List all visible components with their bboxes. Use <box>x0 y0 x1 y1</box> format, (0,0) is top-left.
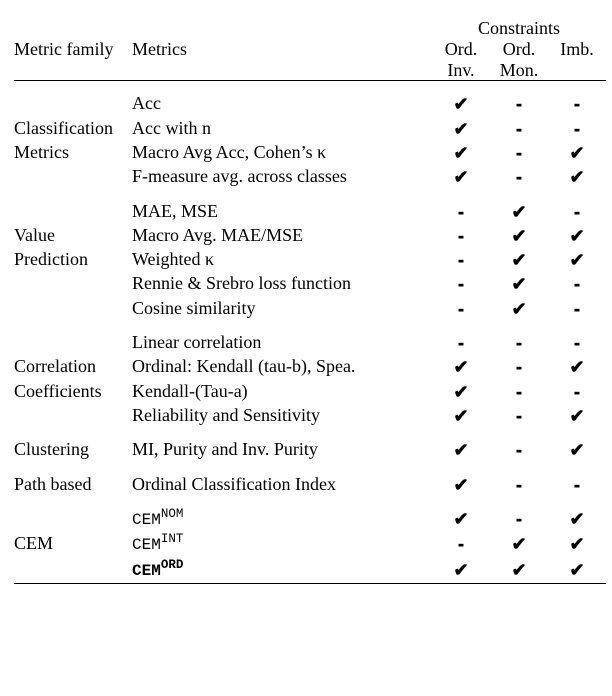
metric-cell: Ordinal: Kendall (tau-b), Spea. <box>132 354 432 378</box>
metric-cell: Rennie & Srebro loss function <box>132 271 432 295</box>
table-row: CEMORD✔✔✔ <box>14 557 606 583</box>
metric-cell: Kendall-(Tau-a) <box>132 379 432 403</box>
constraint-cell: - <box>548 296 606 320</box>
metric-cell: F-measure avg. across classes <box>132 164 432 188</box>
header-ord-mon: Ord.Mon. <box>490 39 548 81</box>
constraint-cell: ✔ <box>548 403 606 427</box>
header-ord-inv: Ord.Inv. <box>432 39 490 81</box>
table-row: Path basedOrdinal Classification Index✔-… <box>14 472 606 496</box>
table-header: Metric family Metrics Constraints Ord.In… <box>14 18 606 81</box>
family-cell: Classification <box>14 116 132 140</box>
header-constraints: Constraints <box>432 18 606 39</box>
metric-cell: CEMORD <box>132 557 432 583</box>
family-cell: CEM <box>14 531 132 557</box>
family-cell: Clustering <box>14 437 132 461</box>
family-cell <box>14 330 132 354</box>
table-row: F-measure avg. across classes✔-✔ <box>14 164 606 188</box>
constraint-cell: ✔ <box>490 557 548 583</box>
family-cell: Path based <box>14 472 132 496</box>
constraint-cell: - <box>490 472 548 496</box>
metric-cell: Ordinal Classification Index <box>132 472 432 496</box>
header-family: Metric family <box>14 18 132 81</box>
constraint-cell: ✔ <box>432 164 490 188</box>
table-row: Cosine similarity-✔- <box>14 296 606 320</box>
metric-cell: CEMNOM <box>132 506 432 532</box>
constraint-cell: ✔ <box>432 557 490 583</box>
metric-cell: CEMINT <box>132 531 432 557</box>
metric-cell: Reliability and Sensitivity <box>132 403 432 427</box>
family-cell: Prediction <box>14 247 132 271</box>
family-cell: Coefficients <box>14 379 132 403</box>
family-cell <box>14 557 132 583</box>
constraint-cell: ✔ <box>432 472 490 496</box>
family-cell: Value <box>14 223 132 247</box>
metric-cell: Linear correlation <box>132 330 432 354</box>
metric-cell: Acc with n <box>132 116 432 140</box>
constraint-cell: - <box>490 164 548 188</box>
constraint-cell: ✔ <box>432 437 490 461</box>
metric-cell: Cosine similarity <box>132 296 432 320</box>
constraint-cell: - <box>490 403 548 427</box>
family-cell <box>14 164 132 188</box>
family-cell <box>14 91 132 115</box>
family-cell <box>14 403 132 427</box>
metric-cell: Macro Avg. MAE/MSE <box>132 223 432 247</box>
metric-cell: MAE, MSE <box>132 199 432 223</box>
metrics-constraints-table: Metric family Metrics Constraints Ord.In… <box>0 0 612 594</box>
family-cell: Correlation <box>14 354 132 378</box>
family-cell <box>14 199 132 223</box>
constraint-cell: ✔ <box>548 557 606 583</box>
constraint-cell: ✔ <box>490 296 548 320</box>
family-cell <box>14 271 132 295</box>
metric-cell: Macro Avg Acc, Cohen’s κ <box>132 140 432 164</box>
constraint-cell: - <box>548 472 606 496</box>
family-cell: Metrics <box>14 140 132 164</box>
family-cell <box>14 506 132 532</box>
table-row: Reliability and Sensitivity✔-✔ <box>14 403 606 427</box>
header-metrics: Metrics <box>132 18 432 81</box>
family-cell <box>14 296 132 320</box>
constraint-cell: - <box>432 296 490 320</box>
table-body: Acc✔--ClassificationAcc with n✔--Metrics… <box>14 81 606 583</box>
constraint-cell: ✔ <box>548 437 606 461</box>
header-imb: Imb. <box>548 39 606 81</box>
constraint-cell: ✔ <box>432 403 490 427</box>
constraint-cell: ✔ <box>548 164 606 188</box>
constraint-cell: - <box>490 437 548 461</box>
table: Metric family Metrics Constraints Ord.In… <box>14 18 606 584</box>
metric-cell: Acc <box>132 91 432 115</box>
metric-cell: MI, Purity and Inv. Purity <box>132 437 432 461</box>
metric-cell: Weighted κ <box>132 247 432 271</box>
table-row: ClusteringMI, Purity and Inv. Purity✔-✔ <box>14 437 606 461</box>
